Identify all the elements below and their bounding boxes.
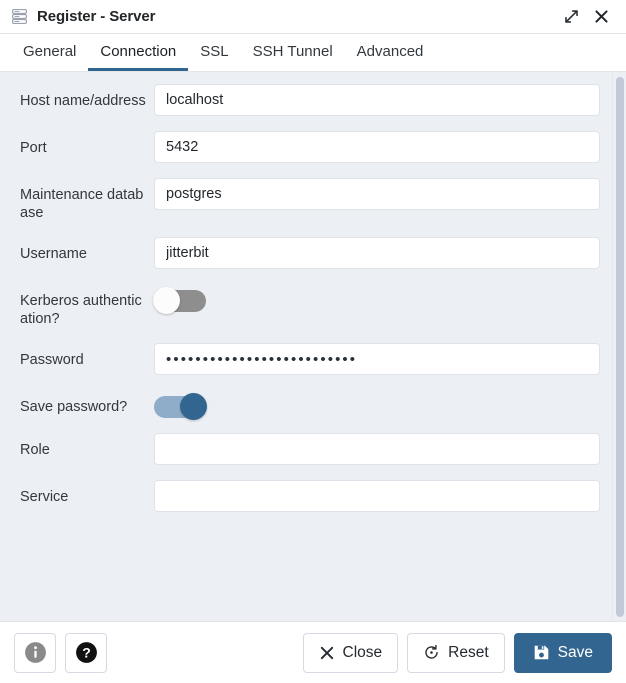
reset-button-label: Reset <box>448 643 489 661</box>
tab-ssl[interactable]: SSL <box>188 34 240 71</box>
info-button[interactable] <box>14 632 56 673</box>
window-title: Register - Server <box>37 8 156 25</box>
field-username: Username <box>0 237 626 269</box>
footer-right-group: Close Reset Save <box>302 632 612 673</box>
info-icon <box>24 642 46 663</box>
vertical-scrollbar[interactable] <box>612 72 626 621</box>
field-maintenance-database: Maintenance database <box>0 178 626 222</box>
field-control <box>154 237 600 269</box>
register-server-dialog: Register - Server General Connection SSL… <box>0 0 626 683</box>
field-password: Password •••••••••••••••••••••••••• <box>0 343 626 375</box>
close-icon[interactable] <box>589 5 613 29</box>
field-label: Service <box>20 489 69 505</box>
field-control <box>154 390 600 420</box>
tab-ssh-tunnel[interactable]: SSH Tunnel <box>241 34 345 71</box>
tab-bar: General Connection SSL SSH Tunnel Advanc… <box>0 34 626 72</box>
dialog-footer: ? Close Reset Save <box>0 622 626 683</box>
save-button[interactable]: Save <box>513 632 612 673</box>
password-input[interactable]: •••••••••••••••••••••••••• <box>154 343 600 375</box>
field-label: Port <box>20 140 47 156</box>
field-port: Port <box>0 131 626 163</box>
field-service: Service <box>0 480 626 512</box>
service-input[interactable] <box>154 480 600 512</box>
maintenance-database-input[interactable] <box>154 178 600 210</box>
help-icon: ? <box>75 642 97 663</box>
field-control: •••••••••••••••••••••••••• <box>154 343 600 375</box>
close-button-label: Close <box>342 643 383 661</box>
field-host-name-address: Host name/address <box>0 84 626 116</box>
toggle-knob <box>153 287 180 314</box>
field-control <box>153 284 600 314</box>
field-control <box>154 84 600 116</box>
host-name-input[interactable] <box>154 84 600 116</box>
username-input[interactable] <box>154 237 600 269</box>
save-icon <box>533 644 550 661</box>
close-icon <box>319 645 335 661</box>
close-button[interactable]: Close <box>302 632 399 673</box>
title-bar: Register - Server <box>0 0 626 34</box>
field-control <box>154 131 600 163</box>
tab-connection[interactable]: Connection <box>88 34 189 71</box>
kerberos-authentication-toggle[interactable] <box>153 287 206 314</box>
footer-left-group: ? <box>14 632 107 673</box>
role-input[interactable] <box>154 433 600 465</box>
tab-advanced[interactable]: Advanced <box>345 34 436 71</box>
form-scroll-area: Host name/address Port Maintenance datab… <box>0 72 626 621</box>
reset-icon <box>423 644 440 661</box>
field-role: Role <box>0 433 626 465</box>
expand-diagonal-icon[interactable] <box>559 5 583 29</box>
reset-button[interactable]: Reset <box>407 632 505 673</box>
svg-text:?: ? <box>82 645 91 661</box>
scrollbar-thumb[interactable] <box>616 77 624 617</box>
field-save-password: Save password? <box>0 390 626 420</box>
port-input[interactable] <box>154 131 600 163</box>
field-label: Password <box>20 352 84 368</box>
save-button-label: Save <box>557 643 593 661</box>
help-button[interactable]: ? <box>65 632 107 673</box>
field-control <box>154 433 600 465</box>
field-label: Username <box>20 246 87 262</box>
field-label: Host name/address <box>20 93 146 109</box>
toggle-knob <box>180 393 207 420</box>
field-control <box>154 178 600 210</box>
form-body: Host name/address Port Maintenance datab… <box>0 72 626 622</box>
field-label: Maintenance database <box>20 187 144 221</box>
server-icon <box>12 9 27 24</box>
save-password-toggle[interactable] <box>154 393 207 420</box>
field-label: Kerberos authentication? <box>20 293 142 327</box>
tab-general[interactable]: General <box>11 34 88 71</box>
field-label: Role <box>20 442 50 458</box>
field-kerberos-authentication: Kerberos authentication? <box>0 284 626 328</box>
field-control <box>154 480 600 512</box>
field-label: Save password? <box>20 399 128 415</box>
